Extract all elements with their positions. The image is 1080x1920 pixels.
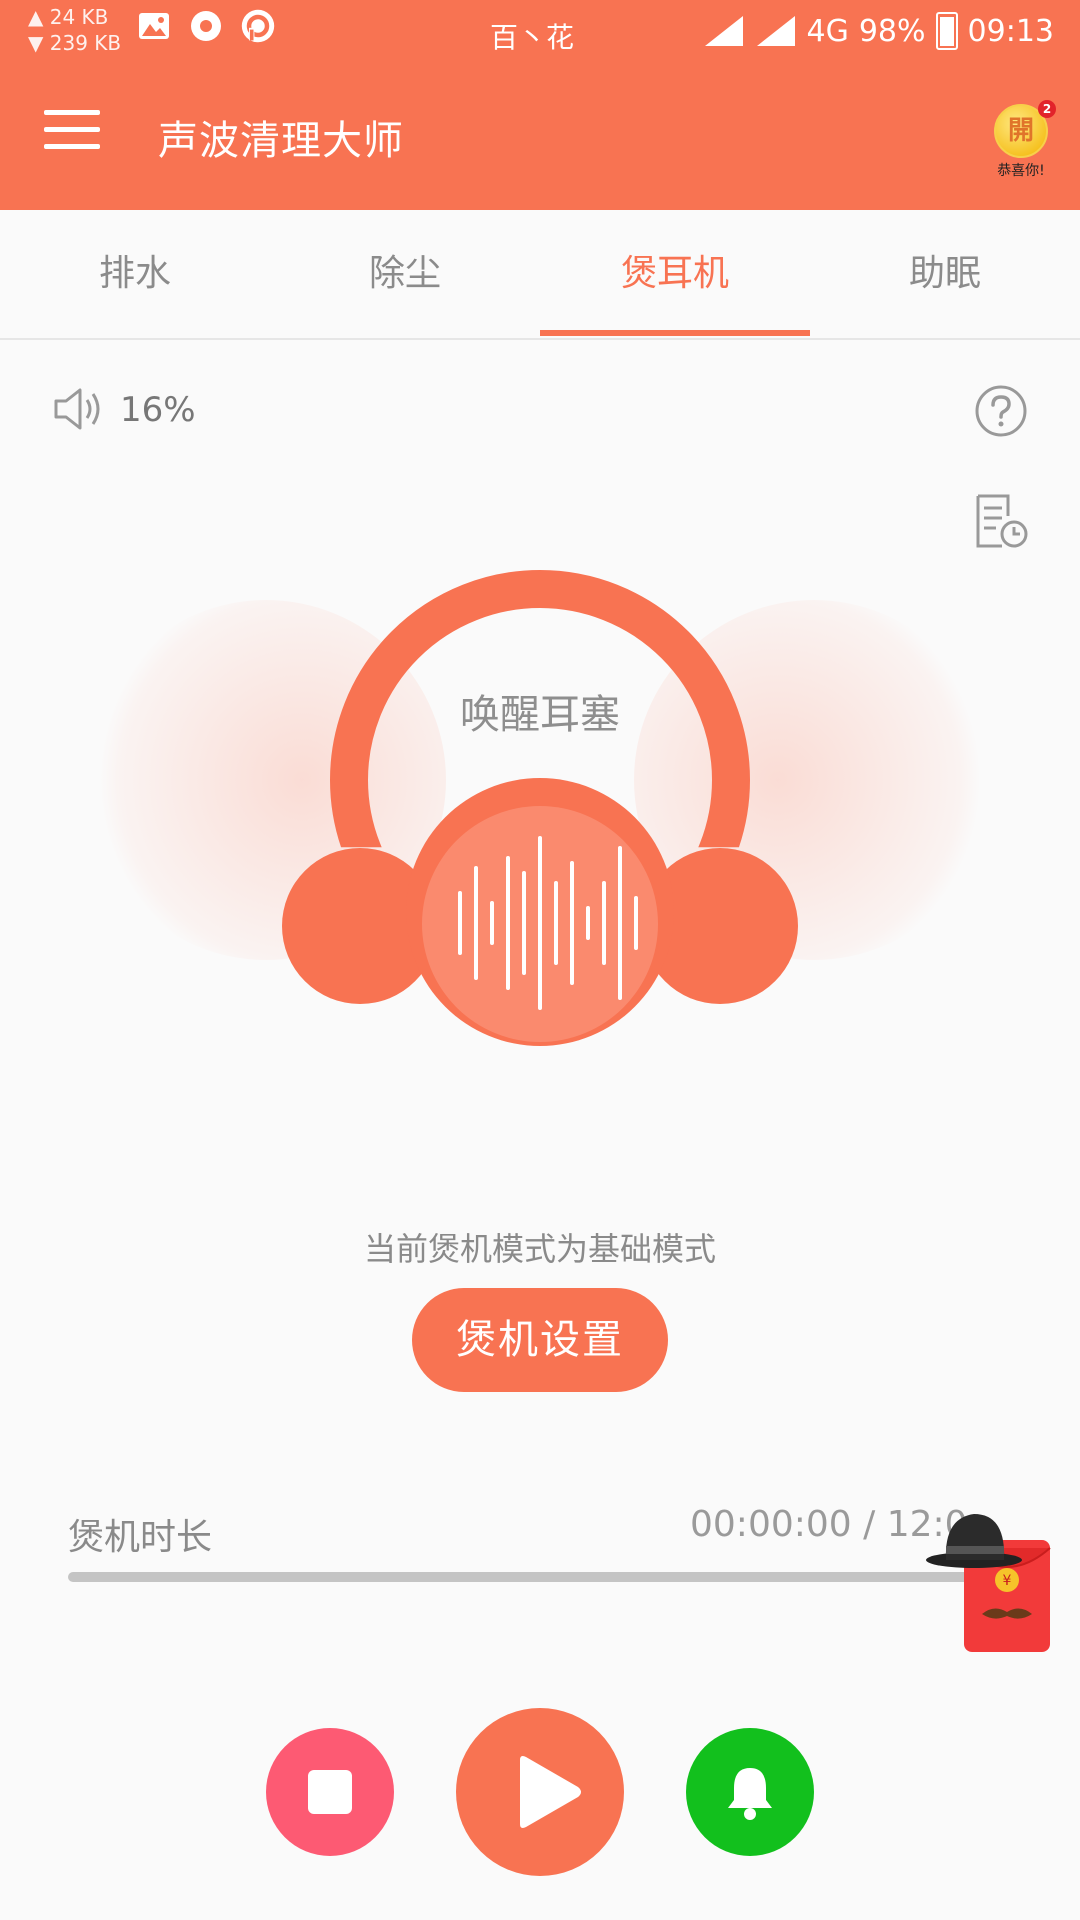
headphone-label: 唤醒耳塞 [460, 692, 620, 738]
app-notification-icon [240, 8, 276, 44]
bonus-text: 恭喜你! [997, 163, 1045, 179]
status-right: 4G 98% 09:13 [703, 12, 1054, 50]
hamburger-icon[interactable] [44, 110, 100, 154]
tab-indicator [540, 330, 810, 336]
soundwave-icon [458, 836, 638, 1010]
tab-sleep[interactable]: 助眠 [810, 210, 1080, 338]
duration-progress-bar[interactable] [68, 1572, 1008, 1582]
network-speed: ▲ 24 KB ▼ 239 KB [28, 4, 121, 56]
signal-icon-2 [756, 16, 795, 46]
app-bar: ▲ 24 KB ▼ 239 KB 百丶花 4G 98% 09:13 声波清理大师 [0, 0, 1080, 210]
bonus-button[interactable]: 開 2 恭喜你! [990, 100, 1056, 179]
status-center-text: 百丶花 [490, 21, 575, 54]
play-button[interactable] [456, 1708, 624, 1876]
tab-bar: 排水 除尘 煲耳机 助眠 [0, 210, 1080, 340]
network-type: 4G [806, 13, 849, 49]
clock: 09:13 [967, 13, 1054, 49]
upload-speed: ▲ 24 KB [28, 5, 109, 29]
battery-icon [935, 12, 958, 50]
bell-icon [728, 1768, 772, 1820]
mode-description: 当前煲机模式为基础模式 [363, 1230, 716, 1268]
record-icon [188, 8, 224, 44]
duration-label: 煲机时长 [68, 1517, 213, 1558]
burn-in-settings-button[interactable]: 煲机设置 [412, 1288, 668, 1392]
signal-icon [704, 16, 743, 46]
red-packet-icon[interactable]: ¥ [924, 1500, 1052, 1656]
volume-level: 16% [120, 390, 196, 430]
coin-text: 開 [1007, 116, 1034, 146]
tab-drain[interactable]: 排水 [0, 210, 270, 338]
coin-icon: 開 2 [994, 100, 1056, 158]
tab-burn-in[interactable]: 煲耳机 [540, 210, 810, 338]
bell-button[interactable] [686, 1728, 814, 1856]
download-speed: ▼ 239 KB [28, 31, 122, 55]
stop-button[interactable] [266, 1728, 394, 1856]
image-icon [136, 8, 172, 44]
document-clock-icon[interactable] [972, 492, 1030, 550]
notification-icons [136, 8, 276, 44]
svg-text:¥: ¥ [1003, 1573, 1012, 1589]
speaker-icon[interactable] [52, 386, 108, 432]
app-title: 声波清理大师 [158, 118, 404, 164]
status-bar: ▲ 24 KB ▼ 239 KB 百丶花 4G 98% 09:13 [0, 0, 1080, 64]
stop-icon [308, 1770, 352, 1814]
battery-percent: 98% [858, 13, 926, 49]
tab-dust[interactable]: 除尘 [270, 210, 540, 338]
question-icon[interactable] [974, 384, 1028, 438]
play-icon [520, 1756, 581, 1828]
bonus-badge: 2 [1038, 100, 1056, 118]
